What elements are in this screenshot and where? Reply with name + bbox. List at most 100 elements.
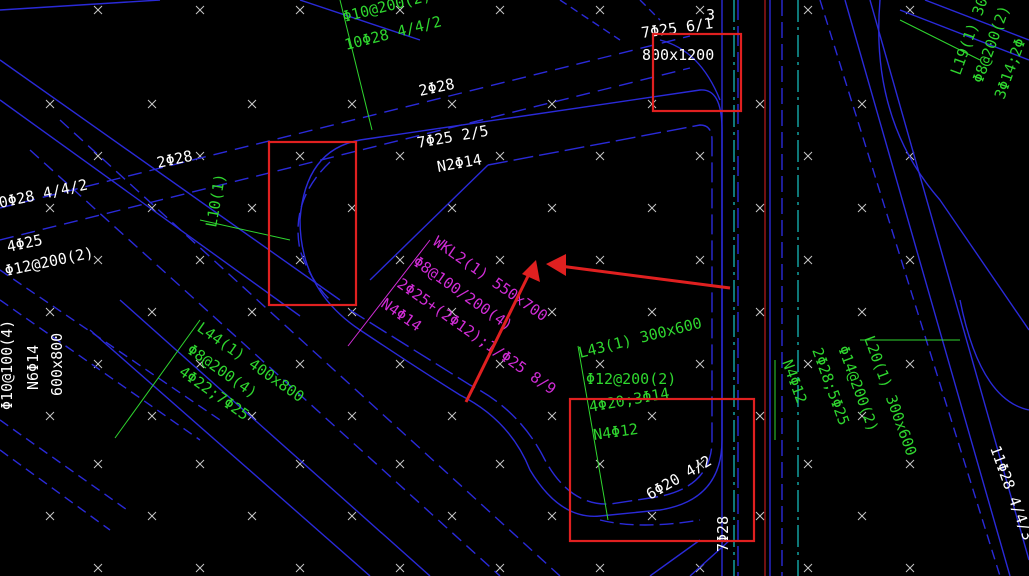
grid-cross <box>147 99 157 109</box>
grid-cross <box>395 459 405 469</box>
grid-cross <box>195 255 205 265</box>
grid-cross <box>857 511 867 521</box>
grid-cross <box>347 511 357 521</box>
label-left-edge-c: Φ10@100(4) <box>0 320 16 410</box>
grid-cross <box>45 511 55 521</box>
grid-cross <box>755 411 765 421</box>
grid-cross <box>395 563 405 573</box>
leader-lines <box>114 0 981 521</box>
grid-cross <box>495 5 505 15</box>
grid-cross <box>447 511 457 521</box>
grid-cross <box>45 411 55 421</box>
grid-cross <box>93 151 103 161</box>
grid-cross <box>495 151 505 161</box>
grid-cross <box>247 307 257 317</box>
label-top-right-b: 3 <box>706 6 715 24</box>
label-left-bar: 2Φ28 <box>155 147 194 172</box>
grid-cross <box>695 151 705 161</box>
grid-cross <box>447 203 457 213</box>
grid-cross <box>647 511 657 521</box>
grid-cross <box>647 411 657 421</box>
grid-cross <box>495 459 505 469</box>
label-l10: L10(1) <box>202 172 229 228</box>
grid-cross <box>495 563 505 573</box>
grid-cross <box>905 563 915 573</box>
grid-cross <box>295 459 305 469</box>
grid-cross <box>93 563 103 573</box>
arrow-head-right <box>546 254 566 276</box>
grid-cross <box>755 99 765 109</box>
grid-cross <box>247 99 257 109</box>
grid-cross <box>45 307 55 317</box>
grid-cross <box>547 99 557 109</box>
grid-cross <box>803 563 813 573</box>
grid-cross <box>247 203 257 213</box>
drawing[interactable]: 7Φ25 6/1 3 800x1200 2Φ28 7Φ25 2/5 N2Φ14 … <box>0 0 1029 576</box>
grid-cross <box>755 307 765 317</box>
grid-cross <box>803 151 813 161</box>
grid-cross <box>395 151 405 161</box>
grid-cross <box>595 563 605 573</box>
grid-cross <box>93 5 103 15</box>
label-l43-a: L43(1) 300x600 <box>577 314 704 362</box>
grid-cross <box>803 5 813 15</box>
grid-cross <box>147 411 157 421</box>
grid-cross <box>647 203 657 213</box>
grid-markers <box>45 5 915 573</box>
grid-cross <box>857 203 867 213</box>
grid-cross <box>595 255 605 265</box>
label-bottom-steel: 6Φ20 4/2 <box>643 452 715 504</box>
label-left-edge-a: N6Φ14 <box>24 345 42 390</box>
grid-cross <box>803 255 813 265</box>
grid-cross <box>195 5 205 15</box>
grid-cross <box>647 307 657 317</box>
wkl-labels: WKL2(1) 550x700 Φ8@100/200(4) 2Φ25+(2Φ12… <box>378 233 560 399</box>
grid-cross <box>395 255 405 265</box>
grid-cross <box>547 203 557 213</box>
grid-cross <box>755 203 765 213</box>
grid-cross <box>295 563 305 573</box>
grid-cross <box>347 411 357 421</box>
arrow-head-up <box>522 260 540 282</box>
grid-cross <box>247 511 257 521</box>
grid-cross <box>395 359 405 369</box>
label-left-steel-a: 4Φ25 <box>5 231 44 256</box>
label-l43-d: N4Φ12 <box>592 420 639 444</box>
grid-cross <box>857 307 867 317</box>
grid-cross <box>147 511 157 521</box>
grid-cross <box>295 359 305 369</box>
grid-cross <box>695 359 705 369</box>
grid-cross <box>93 459 103 469</box>
grid-cross <box>905 459 915 469</box>
grid-cross <box>695 255 705 265</box>
label-beam-top-waist: N2Φ14 <box>436 150 484 176</box>
label-left-edge-b: 600x800 <box>48 333 66 396</box>
grid-cross <box>905 255 915 265</box>
grid-cross <box>547 411 557 421</box>
grid-cross <box>595 459 605 469</box>
grid-cross <box>447 411 457 421</box>
grid-cross <box>295 5 305 15</box>
grid-cross <box>45 99 55 109</box>
grid-cross <box>195 563 205 573</box>
grid-cross <box>755 511 765 521</box>
grid-cross <box>295 151 305 161</box>
label-right-green-n4: N4Φ12 <box>778 357 810 406</box>
cad-canvas[interactable]: 7Φ25 6/1 3 800x1200 2Φ28 7Φ25 2/5 N2Φ14 … <box>0 0 1029 576</box>
grid-cross <box>45 203 55 213</box>
white-labels: 7Φ25 6/1 3 800x1200 2Φ28 7Φ25 2/5 N2Φ14 … <box>0 6 1029 552</box>
axis-lines <box>733 0 799 576</box>
grid-cross <box>147 307 157 317</box>
grid-cross <box>595 151 605 161</box>
label-far-right: 11Φ28 4/4/3 <box>986 443 1029 543</box>
grid-cross <box>857 99 867 109</box>
grid-cross <box>695 5 705 15</box>
grid-cross <box>347 203 357 213</box>
label-top-right-a: 7Φ25 6/1 <box>640 14 714 42</box>
grid-cross <box>803 359 813 369</box>
grid-cross <box>595 359 605 369</box>
label-left-bar-b: 0Φ28 4/4/2 <box>0 176 89 212</box>
grid-cross <box>93 255 103 265</box>
grid-cross <box>495 255 505 265</box>
grid-cross <box>547 511 557 521</box>
